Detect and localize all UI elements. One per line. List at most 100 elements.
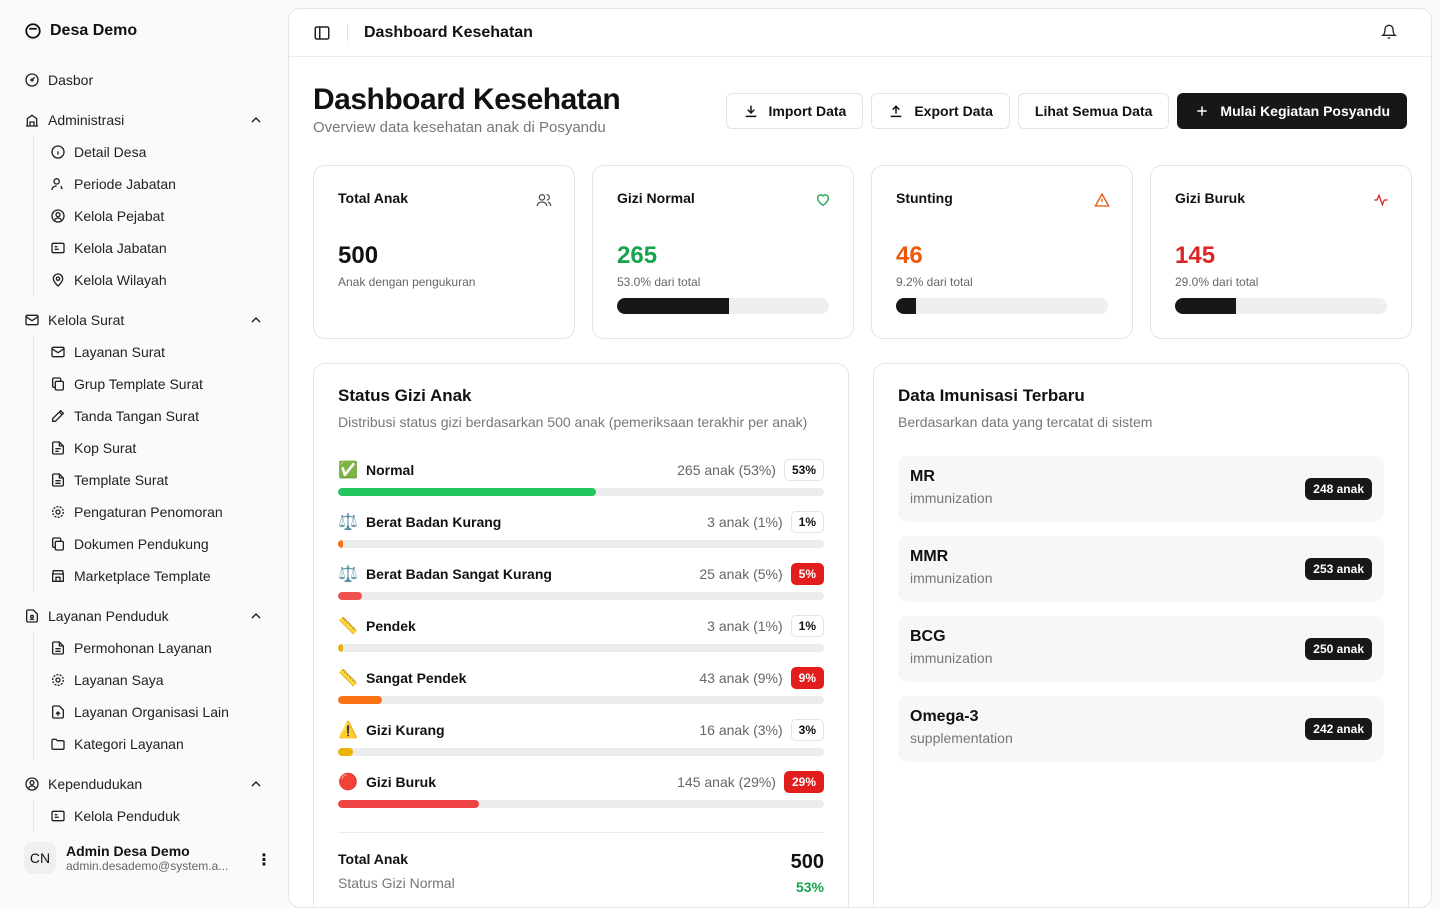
gizi-row-label-group: ⚖️ Berat Badan Kurang <box>338 510 501 534</box>
bell-icon[interactable] <box>1381 24 1397 40</box>
sidebar-item-marketplace-template[interactable]: Marketplace Template <box>42 560 272 592</box>
sidebar-item-label: Layanan Surat <box>74 344 166 360</box>
card-description: Distribusi status gizi berdasarkan 500 a… <box>338 414 808 430</box>
sidebar-item-kategori-layanan[interactable]: Kategori Layanan <box>42 728 272 760</box>
sidebar-sub-layanan-penduduk: Permohonan Layanan Layanan Saya Layanan … <box>33 632 272 760</box>
export-data-button[interactable]: Export Data <box>871 93 1010 129</box>
lihat-semua-data-button[interactable]: Lihat Semua Data <box>1017 93 1170 129</box>
stat-card-total-anak: Total Anak 500 Anak dengan pengukuran <box>313 165 575 339</box>
sidebar-group-kependudukan[interactable]: Kependudukan <box>16 768 272 800</box>
stat-subtext: Anak dengan pengukuran <box>338 275 476 289</box>
mail-icon <box>25 314 39 326</box>
imunisasi-row[interactable]: MMR immunization 253 anak <box>898 536 1384 602</box>
page-title: Dashboard Kesehatan <box>313 83 621 116</box>
status-gizi-card: Status Gizi Anak Distribusi status gizi … <box>313 363 849 907</box>
gizi-row: 📏 Sangat Pendek 43 anak (9%) 9% <box>338 666 824 718</box>
count-badge: 253 anak <box>1305 558 1372 580</box>
sidebar-item-pengaturan-penomoran[interactable]: Pengaturan Penomoran <box>42 496 272 528</box>
sidebar-toggle-icon[interactable] <box>313 24 331 42</box>
sidebar-group-kelola-surat[interactable]: Kelola Surat <box>16 304 272 336</box>
sidebar-item-periode-jabatan[interactable]: Periode Jabatan <box>42 168 272 200</box>
mulai-kegiatan-button[interactable]: Mulai Kegiatan Posyandu <box>1177 93 1407 129</box>
sidebar-item-layanan-organisasi-lain[interactable]: Layanan Organisasi Lain <box>42 696 272 728</box>
status-emoji-icon: 📏 <box>338 670 358 687</box>
count-badge: 242 anak <box>1305 718 1372 740</box>
chevron-up-icon[interactable] <box>248 776 264 792</box>
sidebar-item-kelola-penduduk[interactable]: Kelola Penduduk <box>42 800 272 832</box>
sidebar-item-label: Marketplace Template <box>74 568 211 584</box>
pen-icon <box>52 409 65 422</box>
sidebar-group-layanan-penduduk[interactable]: Layanan Penduduk <box>16 600 272 632</box>
status-emoji-icon: ⚖️ <box>338 566 358 583</box>
sidebar-item-label: Kelola Penduduk <box>74 808 180 824</box>
gizi-progress-fill <box>338 748 353 756</box>
status-emoji-icon: 📏 <box>338 618 358 635</box>
topbar: Dashboard Kesehatan <box>289 9 1431 57</box>
imunisasi-row[interactable]: Omega-3 supplementation 242 anak <box>898 696 1384 762</box>
brand[interactable]: Desa Demo <box>24 22 137 40</box>
sidebar-item-permohonan-layanan[interactable]: Permohonan Layanan <box>42 632 272 664</box>
sidebar-item-label: Layanan Saya <box>74 672 164 688</box>
imunisasi-row[interactable]: BCG immunization 250 anak <box>898 616 1384 682</box>
sidebar-group-administrasi[interactable]: Administrasi <box>16 104 272 136</box>
folder-icon <box>51 738 65 750</box>
sidebar-item-label: Kop Surat <box>74 440 137 456</box>
users-icon <box>536 194 552 207</box>
imunisasi-name: MMR <box>910 548 949 565</box>
gizi-row: 📏 Pendek 3 anak (1%) 1% <box>338 614 824 666</box>
sidebar-item-dasbor[interactable]: Dasbor <box>16 64 272 96</box>
gizi-row-label-group: ⚠️ Gizi Kurang <box>338 718 445 742</box>
gizi-row-label: Gizi Buruk <box>366 774 437 790</box>
building-icon <box>26 114 38 127</box>
main-panel: Dashboard Kesehatan Dashboard Kesehatan … <box>288 8 1432 908</box>
import-data-button[interactable]: Import Data <box>725 93 864 129</box>
sidebar-item-layanan-saya[interactable]: Layanan Saya <box>42 664 272 696</box>
gizi-list: ✅ Normal 265 anak (53%) 53% ⚖️ Berat Badan Ku… <box>338 458 824 822</box>
copy-icon <box>52 377 64 391</box>
download-icon <box>745 105 756 118</box>
count-badge: 250 anak <box>1305 638 1372 660</box>
dashboard-icon <box>25 73 39 87</box>
sidebar-item-grup-template-surat[interactable]: Grup Template Surat <box>42 368 272 400</box>
logo-icon <box>25 23 41 39</box>
info-icon <box>51 145 65 159</box>
sidebar-item-layanan-surat[interactable]: Layanan Surat <box>42 336 272 368</box>
sidebar-item-dokumen-pendukung[interactable]: Dokumen Pendukung <box>42 528 272 560</box>
percent-badge: 3% <box>790 719 824 741</box>
store-icon <box>52 570 64 582</box>
total-label: Total Anak <box>338 851 409 867</box>
gizi-row: ⚖️ Berat Badan Kurang 3 anak (1%) 1% <box>338 510 824 562</box>
imunisasi-name: BCG <box>910 628 946 645</box>
gizi-row-label: Berat Badan Kurang <box>366 514 502 530</box>
gizi-progress-fill <box>338 488 596 496</box>
gizi-row-values: 265 anak (53%) 53% <box>677 458 824 482</box>
gizi-row-label-group: ✅ Normal <box>338 458 414 482</box>
map-pin-icon <box>52 273 64 287</box>
chevron-up-icon[interactable] <box>248 312 264 328</box>
sidebar-item-label: Periode Jabatan <box>74 176 176 192</box>
stat-cards: Total Anak 500 Anak dengan pengukuran Gi… <box>313 165 1412 339</box>
chevron-up-icon[interactable] <box>248 112 264 128</box>
user-menu[interactable]: CN Admin Desa Demo admin.desademo@system… <box>24 842 272 874</box>
sidebar-item-kop-surat[interactable]: Kop Surat <box>42 432 272 464</box>
sidebar-sub-kependudukan: Kelola Penduduk <box>33 800 272 832</box>
sidebar-item-kelola-pejabat[interactable]: Kelola Pejabat <box>42 200 272 232</box>
sidebar-item-detail-desa[interactable]: Detail Desa <box>42 136 272 168</box>
percent-badge: 1% <box>790 615 824 637</box>
gizi-row-label-group: ⚖️ Berat Badan Sangat Kurang <box>338 562 552 586</box>
sidebar-item-template-surat[interactable]: Template Surat <box>42 464 272 496</box>
gizi-row-count: 16 anak (3%) <box>699 722 783 738</box>
sidebar-item-kelola-jabatan[interactable]: Kelola Jabatan <box>42 232 272 264</box>
gizi-row-label-group: 📏 Sangat Pendek <box>338 666 466 690</box>
chevron-up-icon[interactable] <box>248 608 264 624</box>
card-title: Status Gizi Anak <box>338 386 472 405</box>
progress-bar <box>617 298 829 314</box>
stat-label: Stunting <box>896 190 953 206</box>
stat-subtext: 9.2% dari total <box>896 275 973 289</box>
imunisasi-row[interactable]: MR immunization 248 anak <box>898 456 1384 522</box>
sidebar-group-label: Layanan Penduduk <box>48 608 169 624</box>
more-vertical-icon[interactable]: ⋮ <box>256 850 272 870</box>
sidebar-item-kelola-wilayah[interactable]: Kelola Wilayah <box>42 264 272 296</box>
button-label: Export Data <box>914 103 993 119</box>
sidebar-item-tanda-tangan-surat[interactable]: Tanda Tangan Surat <box>42 400 272 432</box>
